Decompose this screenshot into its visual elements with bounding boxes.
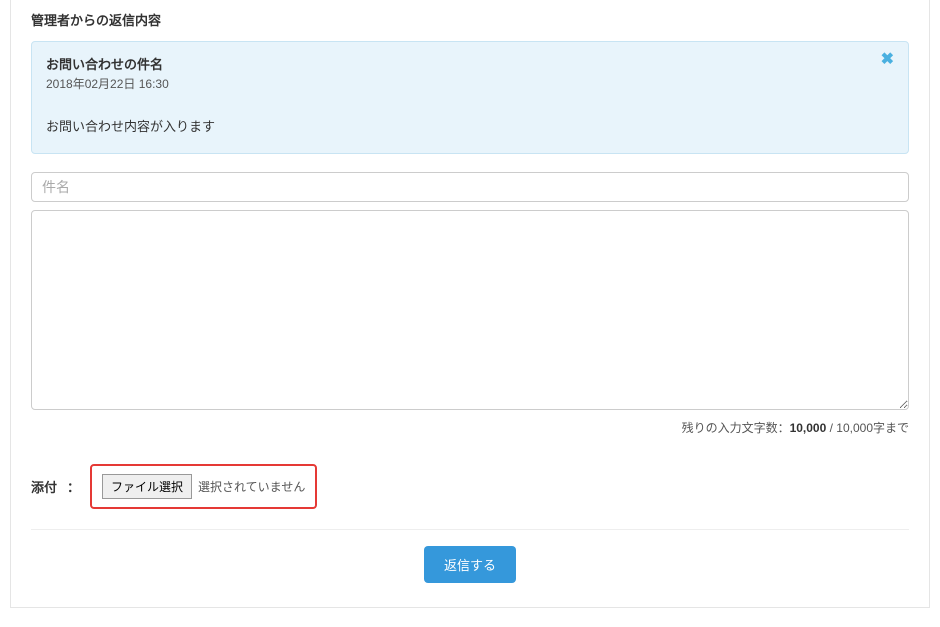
counter-prefix: 残りの入力文字数： — [682, 421, 790, 435]
attachment-label: 添付 — [31, 477, 57, 496]
inquiry-alert: ✖ お問い合わせの件名 2018年02月22日 16:30 お問い合わせ内容が入… — [31, 41, 909, 154]
file-status: 選択されていません — [198, 478, 305, 495]
counter-remaining: 10,000 — [790, 421, 827, 435]
char-counter: 残りの入力文字数：10,000 / 10,000字まで — [31, 419, 909, 436]
attachment-colon: ： — [67, 477, 80, 496]
inquiry-timestamp: 2018年02月22日 16:30 — [46, 75, 894, 92]
counter-suffix: / 10,000字まで — [826, 421, 909, 435]
file-group-highlight: ファイル選択 選択されていません — [90, 464, 317, 509]
section-title: 管理者からの返信内容 — [31, 10, 909, 29]
inquiry-subject: お問い合わせの件名 — [46, 54, 894, 73]
close-icon[interactable]: ✖ — [881, 52, 894, 68]
reply-panel: 管理者からの返信内容 ✖ お問い合わせの件名 2018年02月22日 16:30… — [10, 0, 930, 608]
subject-input[interactable] — [31, 172, 909, 202]
submit-button[interactable]: 返信する — [424, 546, 516, 583]
inquiry-body: お問い合わせ内容が入ります — [46, 116, 894, 135]
body-textarea[interactable] — [31, 210, 909, 410]
file-select-button[interactable]: ファイル選択 — [102, 474, 192, 499]
actions-bar: 返信する — [31, 529, 909, 587]
panel-body: 管理者からの返信内容 ✖ お問い合わせの件名 2018年02月22日 16:30… — [11, 0, 929, 607]
attachment-row: 添付 ： ファイル選択 選択されていません — [31, 464, 909, 509]
